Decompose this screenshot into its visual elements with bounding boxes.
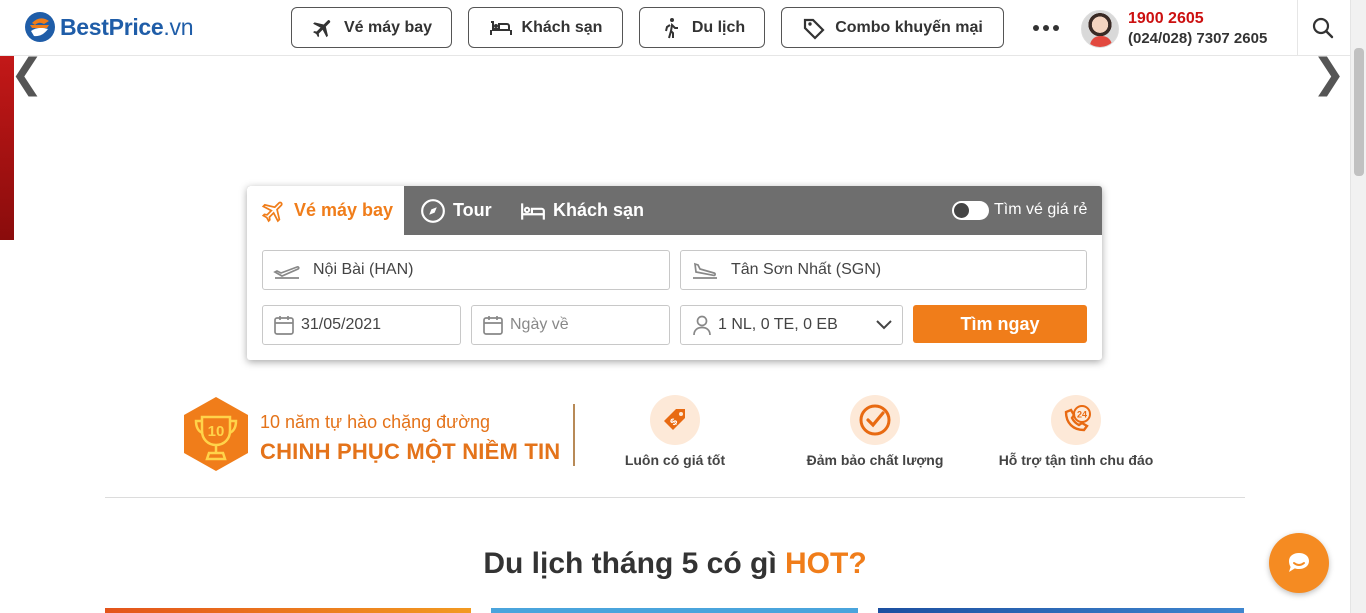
- feature-best-price: $ Luôn có giá tốt: [575, 395, 775, 468]
- takeoff-icon: [273, 266, 300, 279]
- depart-date-field[interactable]: 31/05/2021: [262, 305, 461, 345]
- depart-date-value: 31/05/2021: [301, 316, 382, 333]
- more-dots-icon[interactable]: [1030, 16, 1062, 40]
- to-airport-field[interactable]: Tân Sơn Nhất (SGN): [680, 250, 1087, 290]
- nav-combo-label: Combo khuyến mại: [835, 18, 983, 36]
- tab-tour[interactable]: Tour: [420, 186, 492, 235]
- proud-headline: CHINH PHỤC MỘT NIỀM TIN: [260, 439, 561, 464]
- feature-quality: Đảm bảo chất lượng: [775, 395, 975, 468]
- to-airport-value: Tân Sơn Nhất (SGN): [731, 261, 882, 278]
- hot-title-prefix: Du lịch tháng 5 có gì: [483, 547, 786, 580]
- passengers-value: 1 NL, 0 TE, 0 EB: [718, 316, 838, 333]
- chat-icon: [1289, 553, 1309, 572]
- section-divider: [105, 497, 1245, 498]
- phone-24-icon: 24: [1051, 395, 1101, 445]
- bed-icon: [521, 202, 545, 220]
- feature-support-label: Hỗ trợ tận tình chu đáo: [998, 452, 1154, 468]
- hiker-icon: [664, 17, 678, 38]
- check-circle-icon: [850, 395, 900, 445]
- hotline-secondary[interactable]: (024/028) 7307 2605: [1128, 30, 1267, 47]
- logo[interactable]: BestPrice.vn: [24, 10, 194, 44]
- plane-icon: [261, 201, 283, 222]
- chevron-down-icon: [876, 320, 892, 330]
- tab-hotels[interactable]: Khách sạn: [520, 186, 644, 235]
- nav-travel-button[interactable]: Du lịch: [639, 7, 765, 48]
- promo-card-2[interactable]: [491, 608, 858, 613]
- from-airport-field[interactable]: Nội Bài (HAN): [262, 250, 670, 290]
- nav-hotels-label: Khách sạn: [521, 18, 603, 36]
- nav-flights-button[interactable]: Vé máy bay: [291, 7, 452, 48]
- plane-icon: [313, 19, 331, 37]
- nav-flights-label: Vé máy bay: [343, 18, 433, 36]
- person-icon: [693, 315, 711, 336]
- hot-section-title: Du lịch tháng 5 có gì HOT?: [0, 547, 1350, 581]
- from-airport-value: Nội Bài (HAN): [313, 261, 414, 278]
- calendar-icon: [274, 316, 294, 335]
- nav-combo-button[interactable]: Combo khuyến mại: [781, 7, 1004, 48]
- nav-travel-label: Du lịch: [691, 18, 746, 36]
- landing-icon: [693, 262, 717, 279]
- price-tag-icon: $: [650, 395, 700, 445]
- tab-hotels-label: Khách sạn: [553, 200, 645, 220]
- promo-card-3[interactable]: [878, 608, 1244, 613]
- tag-icon: [804, 18, 825, 40]
- logo-text: BestPrice.vn: [60, 13, 194, 41]
- feature-support: 24 Hỗ trợ tận tình chu đáo: [976, 395, 1176, 468]
- search-icon[interactable]: [1311, 16, 1335, 40]
- calendar-icon: [483, 316, 503, 335]
- logo-icon: [25, 12, 55, 42]
- header-divider: [1297, 0, 1298, 56]
- hot-title-highlight: HOT?: [785, 547, 867, 580]
- svg-text:24: 24: [1077, 410, 1087, 420]
- passengers-select[interactable]: 1 NL, 0 TE, 0 EB: [680, 305, 903, 345]
- nav-hotels-button[interactable]: Khách sạn: [468, 7, 623, 48]
- tab-flights[interactable]: Vé máy bay: [247, 186, 404, 235]
- feature-quality-label: Đảm bảo chất lượng: [806, 452, 944, 468]
- bed-icon: [489, 20, 512, 35]
- site-header: BestPrice.vn Vé máy bay Khách sạn Du lịc…: [0, 0, 1350, 56]
- logo-suffix: .vn: [163, 13, 194, 40]
- compass-icon: [421, 198, 445, 223]
- trophy-number: 10: [208, 423, 225, 440]
- flight-search-box: Vé máy bay Tour Khách sạn Tìm vé giá rẻ …: [247, 186, 1102, 360]
- page-scrollbar[interactable]: [1350, 0, 1366, 613]
- page: ❮ ❯ BestPrice.vn Vé máy bay Khách sạn Du…: [0, 0, 1366, 613]
- logo-name: BestPrice: [60, 13, 164, 40]
- proud-tagline: 10 năm tự hào chặng đường: [260, 412, 491, 432]
- scrollbar-thumb[interactable]: [1354, 48, 1364, 176]
- return-date-field[interactable]: Ngày về: [471, 305, 670, 345]
- promo-card-1[interactable]: [105, 608, 471, 613]
- trophy-badge-icon: 10: [184, 397, 248, 471]
- tab-tour-label: Tour: [453, 200, 492, 220]
- feature-best-price-label: Luôn có giá tốt: [624, 452, 726, 468]
- hotline-avatar: [1081, 10, 1119, 48]
- hotline-primary[interactable]: 1900 2605: [1128, 10, 1204, 28]
- banner-next-arrow[interactable]: ❯: [1312, 54, 1346, 94]
- cheap-fare-toggle[interactable]: [952, 201, 989, 220]
- chat-button[interactable]: [1269, 533, 1329, 593]
- cheap-fare-label: Tìm vé giá rẻ: [994, 201, 1088, 218]
- return-date-placeholder: Ngày về: [510, 316, 569, 333]
- tab-flights-label: Vé máy bay: [294, 200, 394, 220]
- search-flights-button[interactable]: Tìm ngay: [913, 305, 1087, 343]
- banner-prev-arrow[interactable]: ❮: [10, 54, 44, 94]
